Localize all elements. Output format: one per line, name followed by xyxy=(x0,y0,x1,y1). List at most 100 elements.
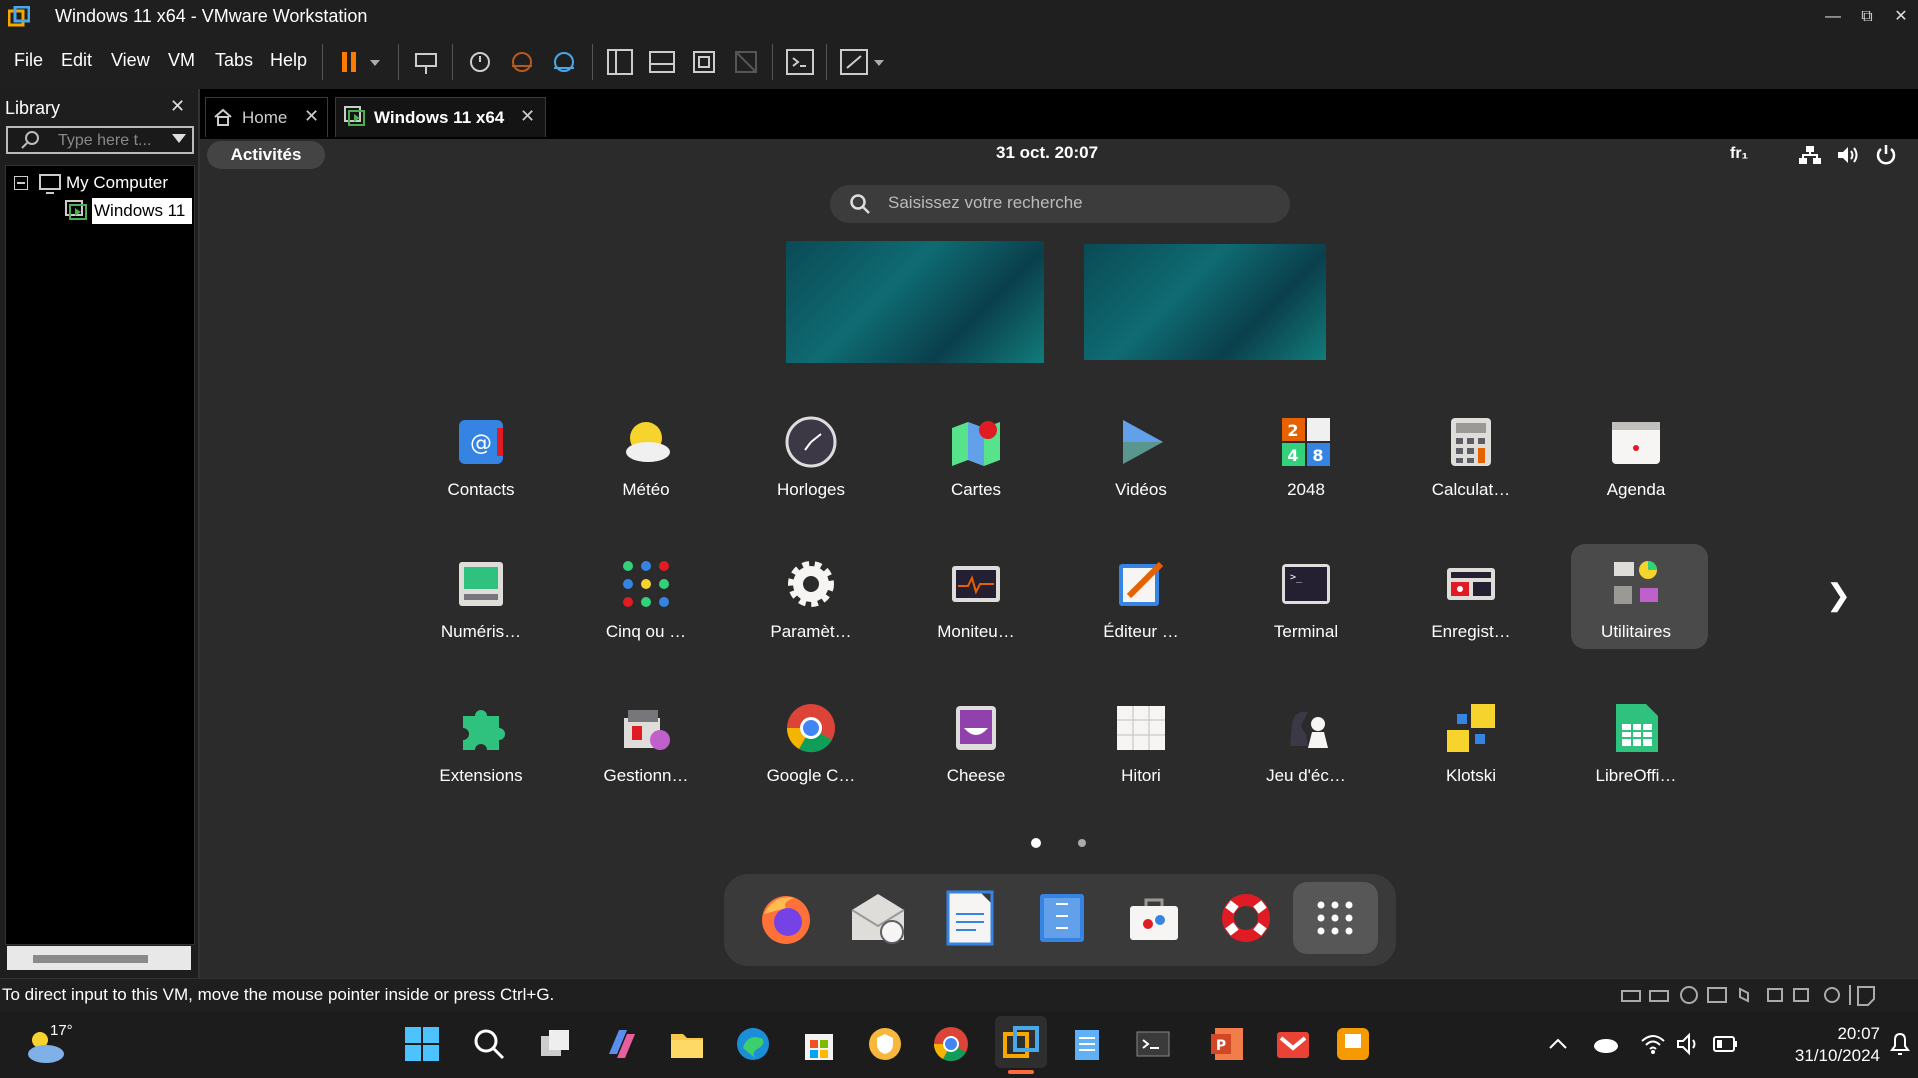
svg-text:2: 2 xyxy=(1287,421,1298,440)
file-explorer-icon[interactable] xyxy=(667,1024,707,1064)
edge-icon[interactable] xyxy=(733,1024,773,1064)
stretch-guest-icon[interactable] xyxy=(838,44,888,80)
onedrive-cloud-icon[interactable] xyxy=(1592,1032,1620,1056)
taskbar-date[interactable]: 31/10/2024 xyxy=(1760,1046,1880,1066)
gnome-clock[interactable]: 31 oct. 20:07 xyxy=(996,143,1098,163)
app-cartes[interactable]: Cartes xyxy=(901,414,1051,500)
close-icon[interactable]: ✕ xyxy=(304,106,319,127)
volume-icon[interactable] xyxy=(1836,144,1860,166)
app-google-chrome[interactable]: Google C… xyxy=(736,700,886,786)
taskbar-time[interactable]: 20:07 xyxy=(1810,1024,1880,1044)
library-title: Library xyxy=(5,98,61,118)
menu-vm[interactable]: VM xyxy=(168,50,195,71)
files-icon[interactable] xyxy=(1032,888,1092,948)
menu-tabs[interactable]: Tabs xyxy=(215,50,253,71)
app-enregistreur[interactable]: Enregist… xyxy=(1396,556,1546,642)
maps-icon xyxy=(952,421,1000,466)
workspace-thumbnail[interactable] xyxy=(1084,244,1326,360)
app-klotski[interactable]: Klotski xyxy=(1396,700,1546,786)
tree-item-my-computer[interactable]: My Computer xyxy=(66,173,168,193)
app-cinq-ou-plus[interactable]: Cinq ou … xyxy=(571,556,721,642)
app-parametres[interactable]: Paramèt… xyxy=(736,556,886,642)
minimize-icon[interactable]: — xyxy=(1818,4,1848,30)
powerpoint-icon[interactable]: P xyxy=(1207,1024,1247,1064)
software-icon[interactable] xyxy=(1124,888,1184,948)
battery-icon[interactable] xyxy=(1712,1034,1740,1054)
menu-help[interactable]: Help xyxy=(270,50,307,71)
app-libreoffice[interactable]: LibreOffi… xyxy=(1561,700,1711,786)
app-calculatrice[interactable]: Calculat… xyxy=(1396,414,1546,500)
collapse-icon[interactable] xyxy=(14,176,28,190)
app-videos[interactable]: Vidéos xyxy=(1066,414,1216,500)
chevron-down-icon[interactable] xyxy=(172,134,186,144)
notepad-icon[interactable] xyxy=(1067,1024,1107,1064)
search-icon[interactable] xyxy=(469,1024,509,1064)
menu-view[interactable]: View xyxy=(111,50,150,71)
task-view-icon[interactable] xyxy=(535,1024,575,1064)
vmware-icon[interactable] xyxy=(1001,1024,1041,1064)
keyboard-layout[interactable]: fr₁ xyxy=(1730,145,1748,163)
close-icon[interactable]: ✕ xyxy=(520,106,535,127)
app-horloges[interactable]: Horloges xyxy=(736,414,886,500)
chevron-right-icon[interactable]: ❯ xyxy=(1826,578,1851,613)
app-extensions[interactable]: Extensions xyxy=(406,700,556,786)
app-moniteur[interactable]: Moniteu… xyxy=(901,556,1051,642)
scrollbar-thumb[interactable] xyxy=(33,955,148,963)
copilot-icon[interactable] xyxy=(601,1024,641,1064)
library-close-icon[interactable]: ✕ xyxy=(170,96,185,117)
unity-icon[interactable] xyxy=(730,44,762,80)
help-lifebuoy-icon[interactable] xyxy=(1216,888,1276,948)
app-gestionnaire[interactable]: Gestionn… xyxy=(571,700,721,786)
restore-icon[interactable]: ⧉ xyxy=(1852,4,1882,30)
snapshot-icon[interactable] xyxy=(464,44,496,80)
thumbnail-bar-icon[interactable] xyxy=(646,44,678,80)
chrome-icon xyxy=(786,704,835,753)
chrome-icon[interactable] xyxy=(931,1024,971,1064)
revert-snapshot-icon[interactable] xyxy=(506,44,538,80)
speaker-icon[interactable] xyxy=(1676,1032,1702,1056)
store-icon[interactable] xyxy=(799,1024,839,1064)
app-contacts[interactable]: @ Contacts xyxy=(406,414,556,500)
notification-bell-icon[interactable] xyxy=(1888,1030,1912,1058)
network-icon[interactable] xyxy=(1798,144,1822,166)
firefox-icon[interactable] xyxy=(756,888,816,948)
app-orange-icon[interactable] xyxy=(1333,1024,1373,1064)
send-keys-icon[interactable] xyxy=(410,44,442,80)
weather-icon xyxy=(626,422,670,462)
vm-icon xyxy=(344,106,365,126)
show-library-icon[interactable] xyxy=(604,44,636,80)
vpn-shield-icon[interactable] xyxy=(865,1024,905,1064)
close-icon[interactable]: ✕ xyxy=(1886,4,1916,30)
app-2048[interactable]: 248 2048 xyxy=(1231,414,1381,500)
toolbar-separator xyxy=(826,44,827,80)
pause-icon[interactable] xyxy=(336,44,386,80)
page-indicator-active[interactable] xyxy=(1031,838,1041,848)
app-terminal[interactable]: >_ Terminal xyxy=(1231,556,1381,642)
app-editeur[interactable]: Éditeur … xyxy=(1066,556,1216,642)
gmail-icon[interactable] xyxy=(1273,1024,1313,1064)
evolution-mail-icon[interactable] xyxy=(848,888,908,948)
terminal-icon[interactable] xyxy=(1133,1024,1173,1064)
activities-button[interactable]: Activités xyxy=(207,141,325,169)
app-utilitaires[interactable]: Utilitaires xyxy=(1561,556,1711,642)
page-indicator[interactable] xyxy=(1078,839,1086,847)
app-agenda[interactable]: Agenda xyxy=(1561,414,1711,500)
menu-edit[interactable]: Edit xyxy=(61,50,92,71)
app-hitori[interactable]: Hitori xyxy=(1066,700,1216,786)
app-meteo[interactable]: Météo xyxy=(571,414,721,500)
workspace-thumbnail[interactable] xyxy=(786,241,1044,363)
chevron-up-icon[interactable] xyxy=(1546,1036,1570,1052)
tree-item-windows-11[interactable]: Windows 11 xyxy=(92,198,192,224)
libreoffice-writer-icon[interactable] xyxy=(940,888,1000,948)
app-jeu-d-echecs[interactable]: Jeu d'éc… xyxy=(1231,700,1381,786)
snapshot-manager-icon[interactable] xyxy=(548,44,580,80)
device-status-icons[interactable] xyxy=(1618,983,1878,1007)
full-screen-icon[interactable] xyxy=(688,44,720,80)
menu-file[interactable]: File xyxy=(14,50,43,71)
console-view-icon[interactable] xyxy=(784,44,816,80)
windows-start-icon[interactable] xyxy=(402,1024,442,1064)
app-cheese[interactable]: Cheese xyxy=(901,700,1051,786)
app-numeriseur[interactable]: Numéris… xyxy=(406,556,556,642)
power-icon[interactable] xyxy=(1874,143,1898,167)
wifi-icon[interactable] xyxy=(1640,1032,1666,1056)
